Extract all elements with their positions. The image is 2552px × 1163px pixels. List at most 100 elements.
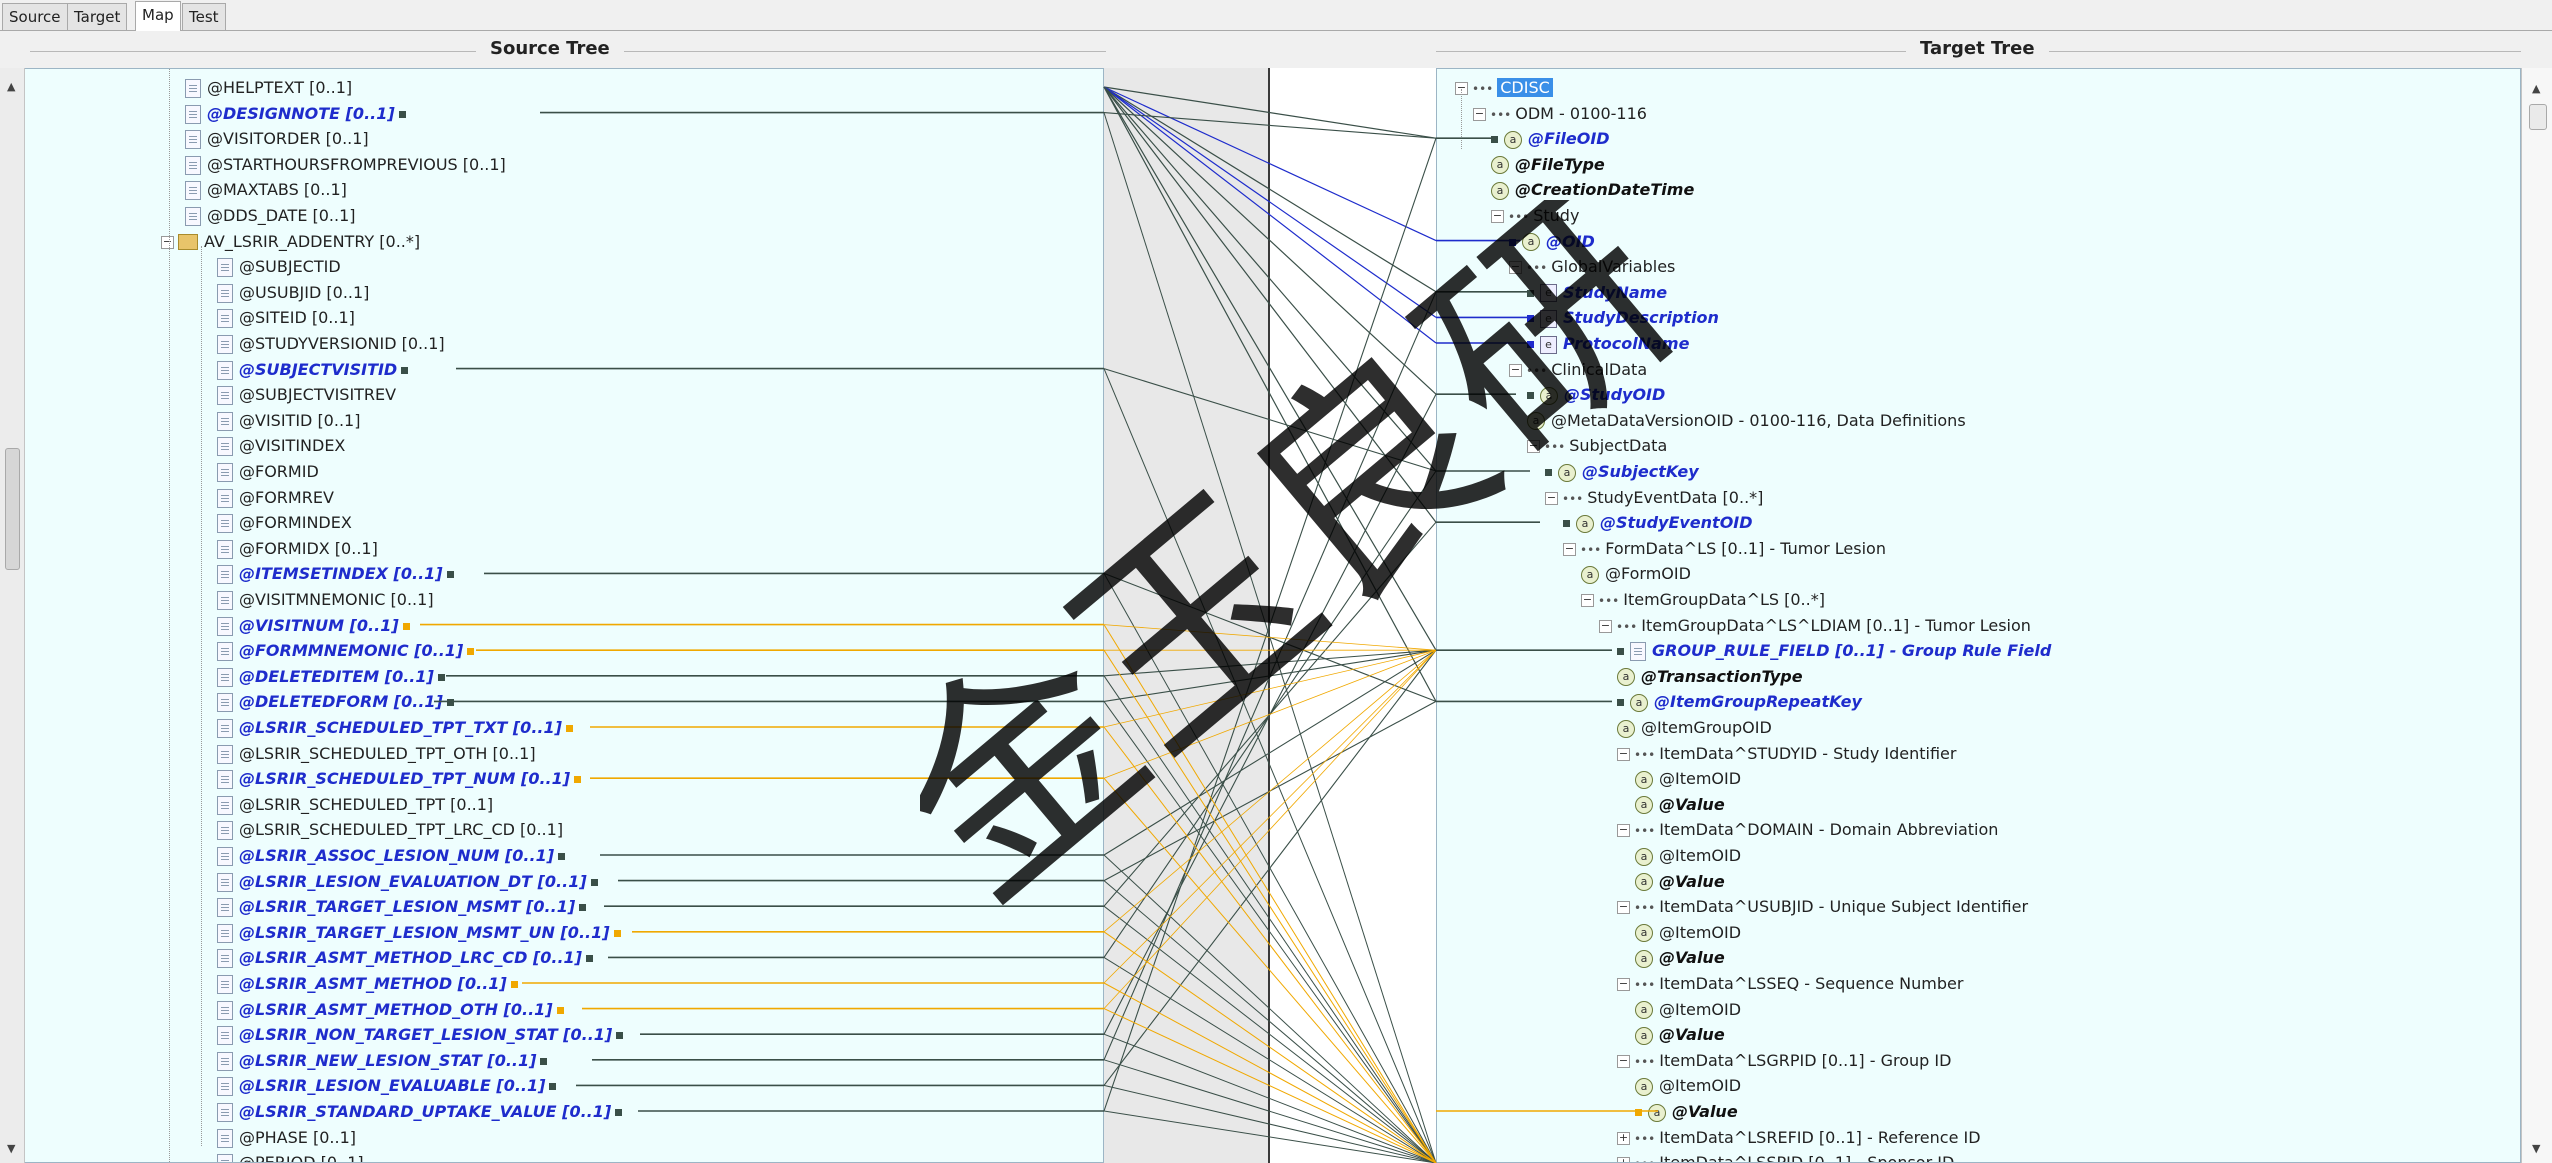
source-tree-row[interactable]: − AV_LSRIR_ADDENTRY [0..*] <box>161 229 420 255</box>
target-tree-row[interactable]: GROUP_RULE_FIELD [0..1] - Group Rule Fie… <box>1617 638 2051 664</box>
source-tree-row[interactable]: @PERIOD [0..1] <box>217 1150 364 1162</box>
source-tree-row[interactable]: @FORMREV <box>217 485 334 511</box>
collapse-icon[interactable]: − <box>1527 440 1540 454</box>
mapping-connector-icon[interactable] <box>1491 136 1498 144</box>
mapping-connector-icon[interactable] <box>1509 238 1516 246</box>
source-tree-row[interactable]: @FORMINDEX <box>217 510 352 536</box>
collapse-icon[interactable]: − <box>1509 363 1522 377</box>
mapping-connector-icon[interactable] <box>1545 469 1552 476</box>
target-tree-row[interactable]: a @Value <box>1635 945 1725 971</box>
source-tree-row[interactable]: @HELPTEXT [0..1] <box>185 75 352 101</box>
target-tree-row[interactable]: a @MetaDataVersionOID - 0100-116, Data De… <box>1527 408 1966 434</box>
target-tree-row[interactable]: a @SubjectKey <box>1545 459 1699 485</box>
target-tree-row[interactable]: a @TransactionType <box>1617 664 1803 690</box>
collapse-icon[interactable]: − <box>1599 619 1612 633</box>
source-tree-row[interactable]: @LSRIR_SCHEDULED_TPT [0..1] <box>217 792 493 818</box>
target-tree-row[interactable]: + ••• ItemData^LSSPID [0..1] - Sponsor ID <box>1617 1150 1954 1162</box>
target-tree-row[interactable]: − ••• ItemData^LSGRPID [0..1] - Group ID <box>1617 1048 1951 1074</box>
mapping-connector-icon[interactable] <box>446 699 454 707</box>
source-tree-panel[interactable]: @HELPTEXT [0..1] @DESIGNNOTE [0..1] @VISIT… <box>0 68 1104 1163</box>
scroll-down-icon[interactable]: ▼ <box>7 1142 15 1155</box>
collapse-icon[interactable]: − <box>1509 261 1522 275</box>
target-tree-row[interactable]: a @ItemOID <box>1635 843 1741 869</box>
source-tree-row[interactable]: @ITEMSETINDEX [0..1] <box>217 561 454 587</box>
target-tree-row[interactable]: e ProtocolName <box>1527 331 1689 357</box>
source-tree-row[interactable]: @STARTHOURSFROMPREVIOUS [0..1] <box>185 152 506 178</box>
collapse-icon[interactable]: − <box>1491 210 1504 223</box>
source-tree-row[interactable]: @LSRIR_NON_TARGET_LESION_STAT [0..1] <box>217 1022 624 1048</box>
target-tree-panel[interactable]: − ••• CDISC − ••• ODM - 0100-116 a @FileOID a @Fi… <box>1436 68 2521 1163</box>
source-tree-row[interactable]: @DELETEDFORM [0..1] <box>217 689 454 715</box>
collapse-icon[interactable]: − <box>1617 747 1630 761</box>
source-tree-row[interactable]: @VISITMNEMONIC [0..1] <box>217 587 434 613</box>
target-tree-row[interactable]: a @ItemOID <box>1635 766 1741 792</box>
collapse-icon[interactable]: − <box>1473 107 1486 121</box>
source-tree-row[interactable]: @USUBJID [0..1] <box>217 280 369 306</box>
target-tree-row[interactable]: e StudyDescription <box>1527 305 1719 331</box>
target-tree-row[interactable]: − ••• ODM - 0100-116 <box>1473 101 1647 127</box>
target-tree-row[interactable]: − ••• CDISC <box>1455 75 1553 101</box>
target-tree-row[interactable]: − ••• ItemData^USUBJID - Unique Subject Id… <box>1617 894 2028 920</box>
target-tree-row[interactable]: a @ItemGroupRepeatKey <box>1617 689 1862 715</box>
source-tree-row[interactable]: @FORMID <box>217 459 319 485</box>
source-tree-row[interactable]: @VISITID [0..1] <box>217 408 360 434</box>
mapping-connector-icon[interactable] <box>401 366 409 374</box>
source-tree-row[interactable]: @DDS_DATE [0..1] <box>185 203 356 229</box>
target-tree-row[interactable]: a @ItemOID <box>1635 997 1741 1023</box>
target-tree-row[interactable]: a @FileType <box>1491 152 1605 178</box>
mapping-connector-icon[interactable] <box>556 1006 564 1014</box>
scroll-up-icon[interactable]: ▲ <box>7 80 15 93</box>
collapse-icon[interactable]: − <box>1617 978 1630 991</box>
source-tree-row[interactable]: @LSRIR_TARGET_LESION_MSMT [0..1] <box>217 894 587 920</box>
target-tree-row[interactable]: e StudyName <box>1527 280 1667 306</box>
target-tree-row[interactable]: a @CreationDateTime <box>1491 177 1694 203</box>
collapse-icon[interactable]: − <box>1563 542 1576 556</box>
collapse-icon[interactable]: − <box>1617 824 1630 838</box>
target-tree-row[interactable]: + ••• ItemData^LSREFID [0..1] - Reference … <box>1617 1125 1981 1151</box>
mapping-connector-icon[interactable] <box>402 622 410 630</box>
source-tree-row[interactable]: @SUBJECTVISITID <box>217 357 409 383</box>
source-tree-row[interactable]: @LSRIR_SCHEDULED_TPT_OTH [0..1] <box>217 741 536 767</box>
target-tree-row[interactable]: − ••• SubjectData <box>1527 433 1667 459</box>
mapping-connector-icon[interactable] <box>590 878 598 886</box>
mapping-connector-icon[interactable] <box>510 981 518 988</box>
collapse-icon[interactable]: + <box>1617 1157 1630 1162</box>
target-tree-row[interactable]: − ••• GlobalVariables <box>1509 254 1675 280</box>
source-tree-row[interactable]: @LSRIR_LESION_EVALUABLE [0..1] <box>217 1073 557 1099</box>
target-tree-row[interactable]: − ••• StudyEventData [0..*] <box>1545 485 1763 511</box>
source-tree-row[interactable]: @LSRIR_STANDARD_UPTAKE_VALUE [0..1] <box>217 1099 623 1125</box>
source-tree-row[interactable]: @FORMIDX [0..1] <box>217 536 378 562</box>
source-tree-row[interactable]: @LSRIR_SCHEDULED_TPT_LRC_CD [0..1] <box>217 817 563 843</box>
mapping-connector-icon[interactable] <box>574 776 582 784</box>
mapping-connector-icon[interactable] <box>1635 1109 1642 1116</box>
mapping-connector-icon[interactable] <box>1527 315 1534 323</box>
source-tree-row[interactable]: @SUBJECTID <box>217 254 341 280</box>
tab-target[interactable]: Target <box>67 3 128 30</box>
gutter-divider[interactable] <box>1268 68 1270 1163</box>
target-tree-row[interactable]: − ••• ItemData^DOMAIN - Domain Abbreviatio… <box>1617 817 1998 843</box>
mapping-connector-icon[interactable] <box>615 1109 623 1116</box>
collapse-icon[interactable]: − <box>161 235 174 249</box>
mapping-connector-icon[interactable] <box>549 1083 557 1091</box>
source-tree-row[interactable]: @LSRIR_ASMT_METHOD_OTH [0..1] <box>217 997 564 1023</box>
source-tree-row[interactable]: @VISITORDER [0..1] <box>185 126 369 152</box>
source-tree-row[interactable]: @LSRIR_TARGET_LESION_MSMT_UN [0..1] <box>217 920 621 946</box>
source-tree-row[interactable]: @FORMMNEMONIC [0..1] <box>217 638 475 664</box>
target-tree-row[interactable]: a @ItemOID <box>1635 1073 1741 1099</box>
source-vertical-scrollbar[interactable]: ▲ ▼ <box>0 68 25 1163</box>
target-tree-row[interactable]: − ••• FormData^LS [0..1] - Tumor Lesion <box>1563 536 1886 562</box>
scrollbar-thumb[interactable] <box>2529 104 2547 130</box>
source-tree-row[interactable]: @LSRIR_NEW_LESION_STAT [0..1] <box>217 1048 548 1074</box>
target-tree-row[interactable]: a @Value <box>1635 792 1725 818</box>
target-tree-row[interactable]: a @OID <box>1509 229 1595 255</box>
target-tree-row[interactable]: a @ItemGroupOID <box>1617 715 1772 741</box>
source-tree-row[interactable]: @VISITINDEX <box>217 433 345 459</box>
mapping-connector-icon[interactable] <box>1527 392 1534 400</box>
target-tree-row[interactable]: a @Value <box>1635 869 1725 895</box>
mapping-connector-icon[interactable] <box>437 673 445 681</box>
mapping-connector-icon[interactable] <box>565 725 573 732</box>
mapping-connector-icon[interactable] <box>586 955 593 963</box>
source-tree-row[interactable]: @LSRIR_LESION_EVALUATION_DT [0..1] <box>217 869 598 895</box>
source-tree-row[interactable]: @SUBJECTVISITREV <box>217 382 396 408</box>
mapping-connector-icon[interactable] <box>467 648 475 656</box>
